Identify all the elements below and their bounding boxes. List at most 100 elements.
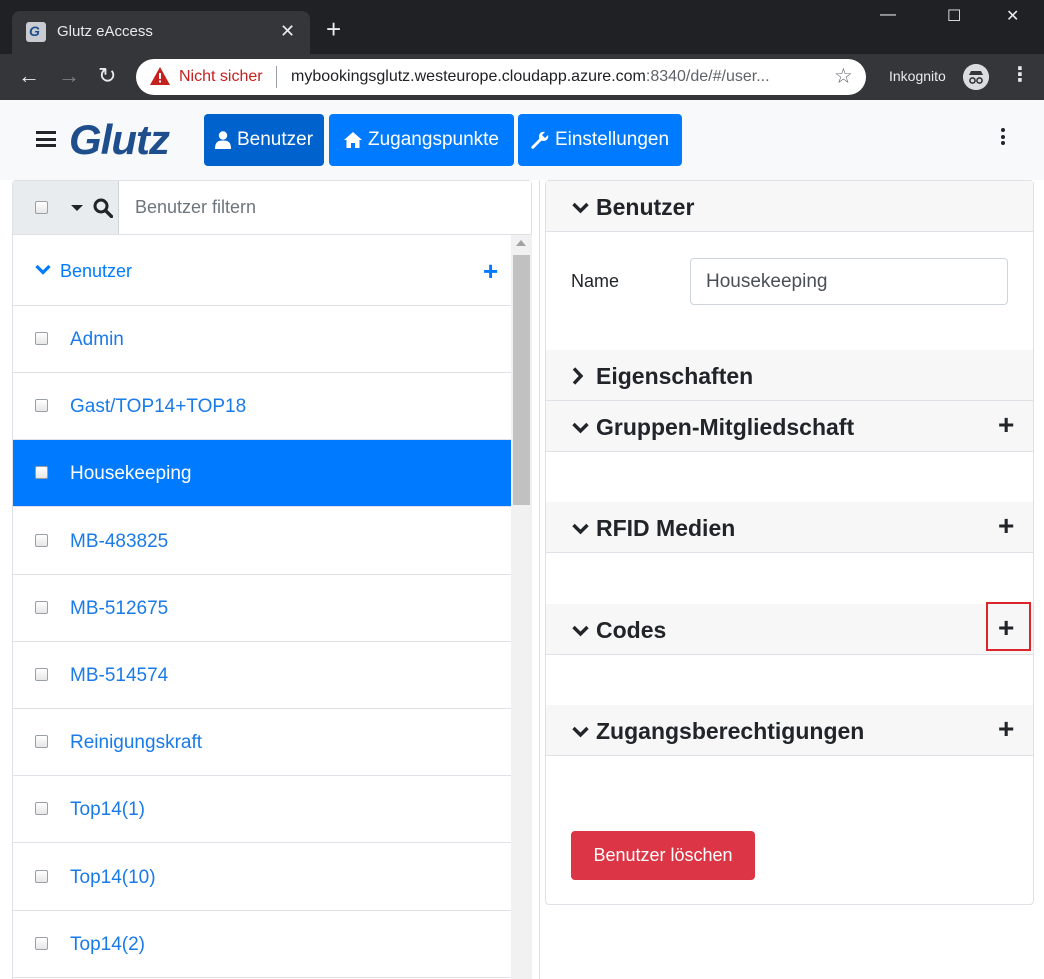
user-row-checkbox[interactable]: [35, 668, 48, 681]
user-row-checkbox[interactable]: [35, 600, 48, 614]
user-list-header-label: Benutzer: [60, 261, 133, 281]
scroll-up-arrow-icon[interactable]: [516, 240, 526, 246]
incognito-label: Inkognito: [889, 68, 946, 84]
section-title: Eigenschaften: [596, 363, 754, 389]
section-title: Codes: [596, 617, 667, 643]
pane-divider: [539, 180, 540, 979]
browser-tabstrip: G Glutz eAccess ✕ + — ☐ ✕: [0, 0, 1044, 54]
nav-zugangspunkte-button[interactable]: Zugangspunkte: [329, 114, 514, 166]
user-row-name: Gast/TOP14+TOP18: [70, 396, 247, 418]
name-input[interactable]: [690, 258, 1008, 305]
nav-einstellungen-button[interactable]: Einstellungen: [518, 114, 682, 166]
user-row-name: Reinigungskraft: [70, 732, 203, 754]
incognito-icon[interactable]: [963, 64, 989, 90]
add-zugang-button[interactable]: +: [998, 715, 1014, 743]
user-row-checkbox[interactable]: [35, 332, 48, 345]
back-button[interactable]: ←: [18, 63, 40, 89]
tab-close-icon[interactable]: ✕: [280, 21, 295, 42]
bookmark-star-icon[interactable]: ☆: [834, 64, 853, 89]
section-header-gruppen[interactable]: Gruppen-Mitgliedschaft +: [546, 401, 1033, 452]
user-row[interactable]: Top14(1): [13, 776, 511, 844]
user-row-checkbox[interactable]: [35, 466, 48, 480]
nav-benutzer-button[interactable]: Benutzer: [204, 114, 324, 166]
section-header-rfid[interactable]: RFID Medien +: [546, 502, 1033, 553]
chevron-down-icon: [572, 726, 589, 738]
delete-user-button[interactable]: Benutzer löschen: [571, 831, 755, 880]
chevron-down-icon: [572, 523, 589, 535]
chevron-down-icon: [35, 264, 51, 275]
tab-title: Glutz eAccess: [57, 23, 153, 40]
user-row-checkbox[interactable]: [35, 869, 48, 883]
select-all-checkbox[interactable]: [35, 201, 48, 214]
user-row[interactable]: MB-483825: [13, 508, 511, 575]
user-row[interactable]: Housekeeping: [13, 440, 511, 508]
user-row-checkbox[interactable]: [35, 533, 48, 547]
security-warning[interactable]: Nicht sicher: [179, 68, 263, 86]
user-row-checkbox[interactable]: [35, 936, 48, 950]
hamburger-menu-icon[interactable]: [36, 131, 56, 147]
chevron-down-icon: [572, 625, 589, 637]
codes-add-highlight: [986, 602, 1031, 651]
user-list-scrollbar[interactable]: [511, 235, 532, 979]
user-list-header[interactable]: Benutzer +: [13, 235, 511, 306]
url-path: :8340/de/#/user...: [645, 68, 770, 85]
user-row-checkbox[interactable]: [35, 735, 48, 749]
section-title: Zugangsberechtigungen: [596, 718, 865, 744]
warning-triangle-icon: [150, 67, 170, 85]
section-header-zugang[interactable]: Zugangsberechtigungen +: [546, 705, 1033, 756]
user-row-checkbox[interactable]: [35, 802, 48, 816]
user-row[interactable]: MB-512675: [13, 575, 511, 642]
minimize-button[interactable]: —: [880, 6, 896, 24]
user-row[interactable]: Top14(10): [13, 844, 511, 911]
section-header-eigenschaften[interactable]: Eigenschaften: [546, 350, 1033, 401]
user-row-name: Top14(2): [70, 933, 145, 955]
user-row-name: MB-512675: [70, 597, 169, 619]
scrollbar-thumb[interactable]: [513, 255, 530, 505]
maximize-button[interactable]: ☐: [947, 6, 961, 26]
user-row-name: Housekeeping: [70, 463, 192, 485]
user-row[interactable]: MB-514574: [13, 642, 511, 709]
filter-addon: [13, 181, 119, 234]
user-row[interactable]: Gast/TOP14+TOP18: [13, 373, 511, 441]
page-menu-icon[interactable]: [1001, 128, 1007, 148]
nav-zugangspunkte-label: Zugangspunkte: [368, 129, 499, 150]
wrench-icon: [531, 131, 549, 149]
user-row[interactable]: Reinigungskraft: [13, 709, 511, 777]
window-close-button[interactable]: ✕: [1006, 6, 1019, 26]
search-icon: [93, 198, 113, 218]
user-list: Benutzer + Admin Gast/TOP14+TOP18 Housekee…: [12, 235, 511, 979]
chevron-down-icon: [572, 422, 589, 434]
add-rfid-button[interactable]: +: [998, 512, 1014, 540]
forward-button[interactable]: →: [58, 63, 80, 89]
section-title: RFID Medien: [596, 515, 736, 541]
user-row[interactable]: Admin: [13, 306, 511, 373]
caret-down-icon[interactable]: [71, 205, 83, 211]
browser-menu-icon[interactable]: ⋮: [1010, 62, 1030, 87]
user-row-name: MB-514574: [70, 665, 169, 686]
home-icon: [344, 132, 362, 148]
url-host: mybookingsglutz.westeurope.cloudapp.azur…: [291, 68, 646, 85]
new-tab-button[interactable]: +: [326, 16, 341, 42]
nav-benutzer-label: Benutzer: [236, 129, 314, 150]
url-text[interactable]: mybookingsglutz.westeurope.cloudapp.azur…: [291, 68, 770, 86]
add-gruppen-button[interactable]: +: [998, 411, 1014, 439]
omnibox-separator: [276, 66, 277, 88]
user-icon: [214, 131, 231, 149]
user-filter-input[interactable]: [120, 181, 531, 234]
browser-toolbar: ← → ↻ Nicht sicher mybookingsglutz.weste…: [0, 54, 1044, 100]
user-row[interactable]: Top14(2): [13, 911, 511, 978]
section-header-benutzer[interactable]: Benutzer: [546, 181, 1033, 232]
reload-button[interactable]: ↻: [98, 63, 116, 89]
section-title: Benutzer: [596, 194, 695, 220]
chevron-down-icon: [572, 202, 589, 214]
browser-tab[interactable]: G Glutz eAccess ✕: [12, 11, 310, 54]
user-row-checkbox[interactable]: [35, 399, 48, 413]
address-bar[interactable]: Nicht sicher mybookingsglutz.westeurope.…: [136, 59, 866, 95]
user-filter-bar: [12, 180, 532, 235]
add-user-button[interactable]: +: [483, 256, 498, 287]
user-row-name: Admin: [70, 329, 124, 350]
glutz-favicon-icon: G: [26, 22, 46, 42]
section-title: Gruppen-Mitgliedschaft: [596, 414, 855, 440]
user-detail-card: Benutzer Eigenschaften Gruppen-Mitgliedsch…: [545, 180, 1034, 905]
section-header-codes[interactable]: Codes +: [546, 604, 1033, 655]
